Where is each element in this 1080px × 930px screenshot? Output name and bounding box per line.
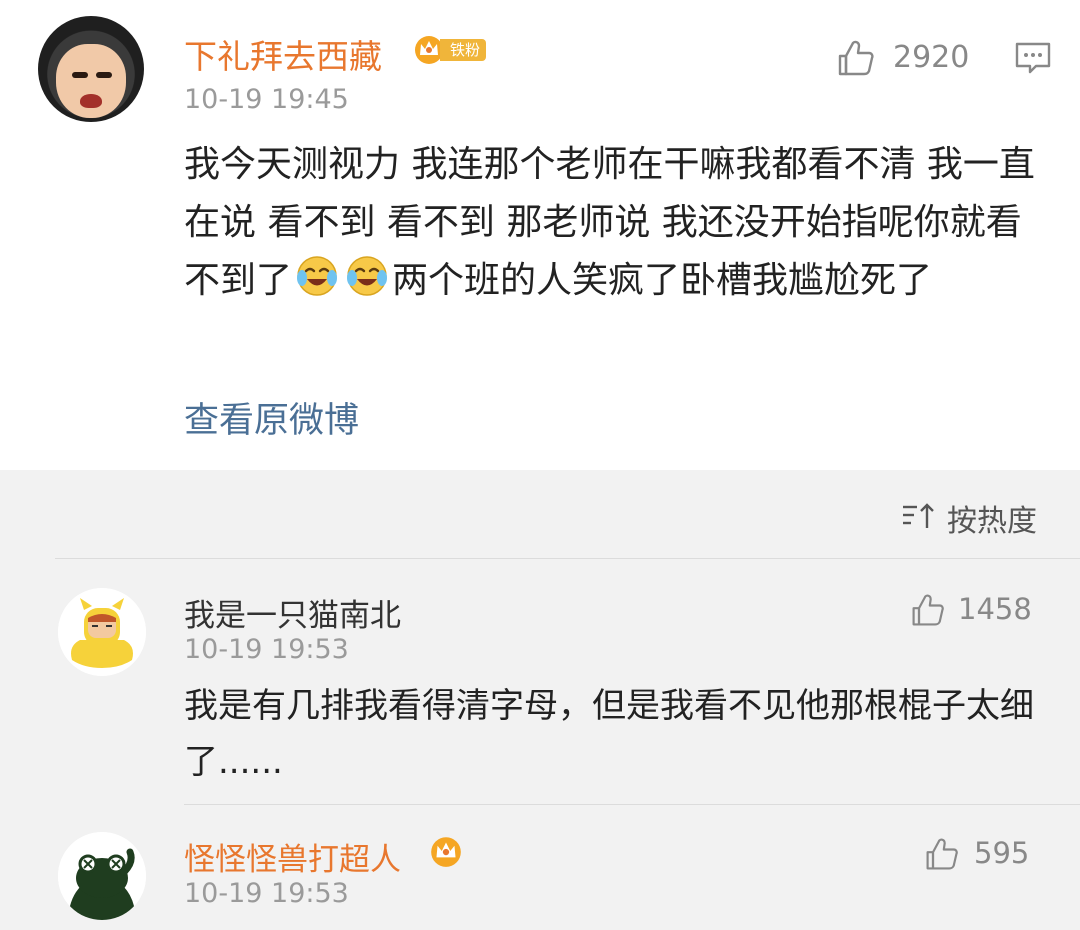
- thumbs-up-icon[interactable]: [836, 38, 876, 78]
- cartoon-avatar-icon: [58, 588, 146, 676]
- comment-like-count: 595: [974, 836, 1030, 870]
- divider: [184, 804, 1080, 805]
- main-post: 下礼拜去西藏 铁粉 10-19 19:45 2920 我今天测视力 我连那个老师…: [0, 0, 1080, 470]
- commenter-username[interactable]: 我是一只猫南北: [184, 590, 401, 635]
- thumbs-up-icon[interactable]: [924, 836, 960, 872]
- comment-timestamp: 10-19 19:53: [184, 634, 349, 665]
- thumbs-up-icon[interactable]: [910, 592, 946, 628]
- post-timestamp: 10-19 19:45: [184, 84, 349, 115]
- view-original-link[interactable]: 查看原微博: [184, 392, 359, 443]
- commenter-username[interactable]: 怪怪怪兽打超人: [184, 834, 401, 879]
- avatar-eye: [96, 72, 112, 78]
- author-avatar[interactable]: [38, 16, 144, 122]
- comments-section: 按热度 我是一只猫南北 10-19 19:53 1458 我是有几排我看得清字母…: [0, 470, 1080, 930]
- sort-by-hot-button[interactable]: 按热度: [947, 496, 1037, 540]
- comment-icon[interactable]: [1014, 40, 1052, 76]
- crown-icon: [431, 837, 461, 867]
- like-count: 2920: [893, 40, 970, 75]
- laugh-cry-emoji: [347, 256, 388, 296]
- commenter-avatar[interactable]: [58, 588, 146, 676]
- comment-text: 我是有几排我看得清字母，但是我看不见他那根棍子太细了......: [184, 686, 1034, 782]
- avatar-mouth: [80, 94, 102, 108]
- avatar-eye: [72, 72, 88, 78]
- badge-label: 铁粉: [440, 39, 487, 61]
- author-username[interactable]: 下礼拜去西藏: [184, 30, 382, 78]
- frog-avatar-icon: [58, 832, 146, 920]
- sort-icon[interactable]: [900, 501, 936, 531]
- post-text: 两个班的人笑疯了卧槽我尴尬死了: [392, 260, 933, 301]
- laugh-cry-emoji: [297, 256, 338, 296]
- post-content: 我今天测视力 我连那个老师在干嘛我都看不清 我一直在说 看不到 看不到 那老师说…: [184, 136, 1054, 310]
- comment-timestamp: 10-19 19:53: [184, 878, 349, 909]
- commenter-avatar[interactable]: [58, 832, 146, 920]
- fan-badge[interactable]: 铁粉: [412, 33, 494, 65]
- comment-like-count: 1458: [958, 592, 1032, 626]
- divider: [55, 558, 1080, 559]
